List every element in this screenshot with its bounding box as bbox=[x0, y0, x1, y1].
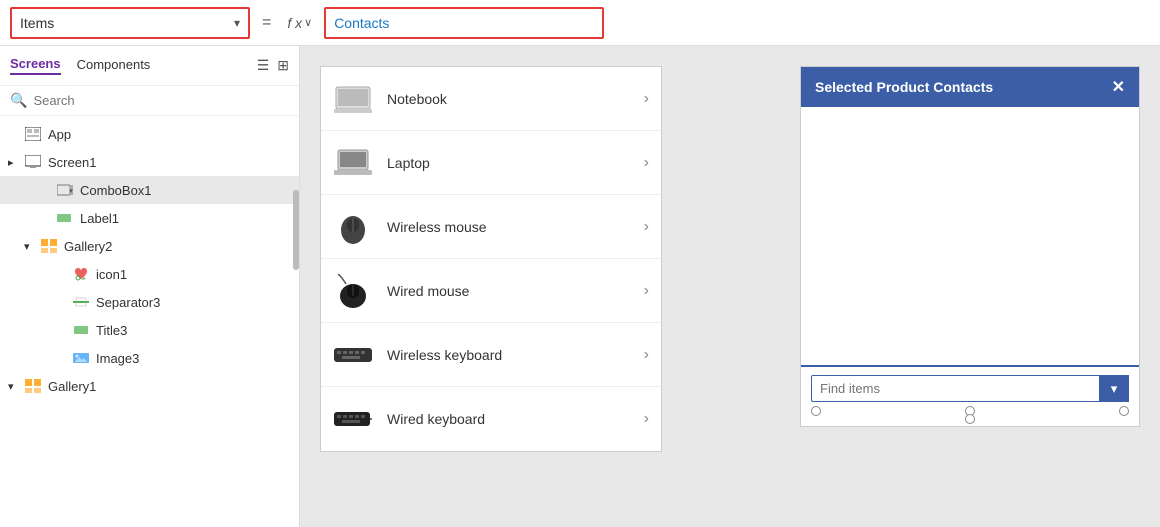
resize-handle-bottom[interactable] bbox=[965, 414, 975, 424]
right-panel-footer: ▾ bbox=[801, 367, 1139, 426]
tree-item-title3[interactable]: Title3 bbox=[0, 316, 299, 344]
resize-handle-right[interactable] bbox=[1119, 406, 1129, 416]
wireless-keyboard-image bbox=[333, 337, 373, 373]
gallery-item-wired-keyboard[interactable]: Wired keyboard › bbox=[321, 387, 661, 451]
grid-view-icon[interactable]: ⊞ bbox=[277, 57, 289, 74]
find-items-search: ▾ bbox=[811, 375, 1129, 402]
separator3-icon bbox=[72, 293, 90, 311]
right-panel-close-button[interactable]: ✕ bbox=[1112, 77, 1125, 97]
list-view-icon[interactable]: ☰ bbox=[257, 57, 270, 74]
tree-arrow-gallery1: ▾ bbox=[8, 380, 22, 393]
resize-handles-row bbox=[811, 404, 1129, 418]
wired-keyboard-label: Wired keyboard bbox=[387, 411, 644, 427]
notebook-arrow-icon: › bbox=[644, 90, 649, 108]
tree-item-icon1[interactable]: icon1 bbox=[0, 260, 299, 288]
tree-arrow-screen1: ▸ bbox=[8, 156, 22, 169]
app-label: App bbox=[48, 127, 71, 142]
gallery-item-wireless-mouse[interactable]: Wireless mouse › bbox=[321, 195, 661, 259]
wireless-keyboard-arrow-icon: › bbox=[644, 346, 649, 364]
right-panel-header: Selected Product Contacts ✕ bbox=[801, 67, 1139, 107]
formula-box[interactable]: Contacts bbox=[324, 7, 604, 39]
find-items-search-button[interactable]: ▾ bbox=[1099, 375, 1129, 402]
wired-mouse-label: Wired mouse bbox=[387, 283, 644, 299]
gallery-item-laptop[interactable]: Laptop › bbox=[321, 131, 661, 195]
separator3-label: Separator3 bbox=[96, 295, 160, 310]
gallery1-label: Gallery1 bbox=[48, 379, 96, 394]
title3-icon bbox=[72, 321, 90, 339]
tree-item-label1[interactable]: Label1 bbox=[0, 204, 299, 232]
app-icon bbox=[24, 125, 42, 143]
items-property-label: Items bbox=[20, 15, 228, 31]
items-property-box[interactable]: Items ▾ bbox=[10, 7, 250, 39]
label1-label: Label1 bbox=[80, 211, 119, 226]
sidebar-tab-icons: ☰ ⊞ bbox=[257, 57, 289, 74]
tree-item-gallery2[interactable]: ▾ Gallery2 bbox=[0, 232, 299, 260]
icon1-label: icon1 bbox=[96, 267, 127, 282]
search-dropdown-icon: ▾ bbox=[1111, 381, 1118, 397]
search-input[interactable] bbox=[33, 93, 289, 108]
gallery-item-notebook[interactable]: Notebook › bbox=[321, 67, 661, 131]
wireless-mouse-label: Wireless mouse bbox=[387, 219, 644, 235]
wireless-keyboard-label: Wireless keyboard bbox=[387, 347, 644, 363]
wired-keyboard-arrow-icon: › bbox=[644, 410, 649, 428]
notebook-image bbox=[333, 81, 373, 117]
right-panel-title: Selected Product Contacts bbox=[815, 79, 993, 95]
gallery1-icon bbox=[24, 377, 42, 395]
tree-item-app[interactable]: App bbox=[0, 120, 299, 148]
tree-item-image3[interactable]: Image3 bbox=[0, 344, 299, 372]
label-icon bbox=[56, 209, 74, 227]
icon1-icon bbox=[72, 265, 90, 283]
gallery-list: Notebook › Laptop › Wireless mouse › bbox=[320, 66, 662, 452]
title3-label: Title3 bbox=[96, 323, 127, 338]
wired-mouse-arrow-icon: › bbox=[644, 282, 649, 300]
main-layout: Screens Components ☰ ⊞ 🔍 App bbox=[0, 46, 1160, 527]
sidebar-tabs: Screens Components ☰ ⊞ bbox=[0, 46, 299, 86]
right-panel-body bbox=[801, 107, 1139, 367]
resize-handle-left[interactable] bbox=[811, 406, 821, 416]
gallery2-icon bbox=[40, 237, 58, 255]
tree-item-gallery1[interactable]: ▾ Gallery1 bbox=[0, 372, 299, 400]
laptop-image bbox=[333, 145, 373, 181]
laptop-label: Laptop bbox=[387, 155, 644, 171]
tab-screens[interactable]: Screens bbox=[10, 56, 61, 75]
right-panel: Selected Product Contacts ✕ ▾ bbox=[800, 66, 1140, 427]
wired-keyboard-image bbox=[333, 401, 373, 437]
wireless-mouse-arrow-icon: › bbox=[644, 218, 649, 236]
tree-item-separator3[interactable]: Separator3 bbox=[0, 288, 299, 316]
gallery-item-wireless-keyboard[interactable]: Wireless keyboard › bbox=[321, 323, 661, 387]
svg-text:▾: ▾ bbox=[69, 188, 73, 195]
sidebar-scroll-thumb bbox=[293, 190, 299, 270]
image3-icon bbox=[72, 349, 90, 367]
gallery2-label: Gallery2 bbox=[64, 239, 112, 254]
formula-value: Contacts bbox=[334, 15, 389, 31]
find-items-input[interactable] bbox=[811, 375, 1129, 402]
tree-item-screen1[interactable]: ▸ Screen1 bbox=[0, 148, 299, 176]
laptop-arrow-icon: › bbox=[644, 154, 649, 172]
notebook-label: Notebook bbox=[387, 91, 644, 107]
fx-label: f x bbox=[287, 15, 302, 31]
sidebar-tree: App ▸ Screen1 ▾ ComboBox1 bbox=[0, 116, 299, 527]
sidebar-scrollbar[interactable] bbox=[293, 46, 299, 527]
fx-button[interactable]: f x ∨ bbox=[283, 15, 316, 31]
image3-label: Image3 bbox=[96, 351, 139, 366]
top-bar: Items ▾ = f x ∨ Contacts bbox=[0, 0, 1160, 46]
gallery-item-wired-mouse[interactable]: Wired mouse › bbox=[321, 259, 661, 323]
equals-sign: = bbox=[258, 14, 275, 32]
tree-item-combobox1[interactable]: ▾ ComboBox1 bbox=[0, 176, 299, 204]
combobox1-label: ComboBox1 bbox=[80, 183, 152, 198]
tab-components[interactable]: Components bbox=[77, 57, 151, 74]
sidebar: Screens Components ☰ ⊞ 🔍 App bbox=[0, 46, 300, 527]
combobox-icon: ▾ bbox=[56, 181, 74, 199]
fx-chevron-icon: ∨ bbox=[304, 16, 312, 29]
content-area: Notebook › Laptop › Wireless mouse › bbox=[300, 46, 1160, 527]
screen1-label: Screen1 bbox=[48, 155, 96, 170]
sidebar-search-bar: 🔍 bbox=[0, 86, 299, 116]
tree-arrow-gallery2: ▾ bbox=[24, 240, 38, 253]
search-icon: 🔍 bbox=[10, 92, 27, 109]
items-chevron-icon: ▾ bbox=[234, 16, 240, 30]
wired-mouse-image bbox=[333, 273, 373, 309]
wireless-mouse-image bbox=[333, 209, 373, 245]
screen-icon bbox=[24, 153, 42, 171]
